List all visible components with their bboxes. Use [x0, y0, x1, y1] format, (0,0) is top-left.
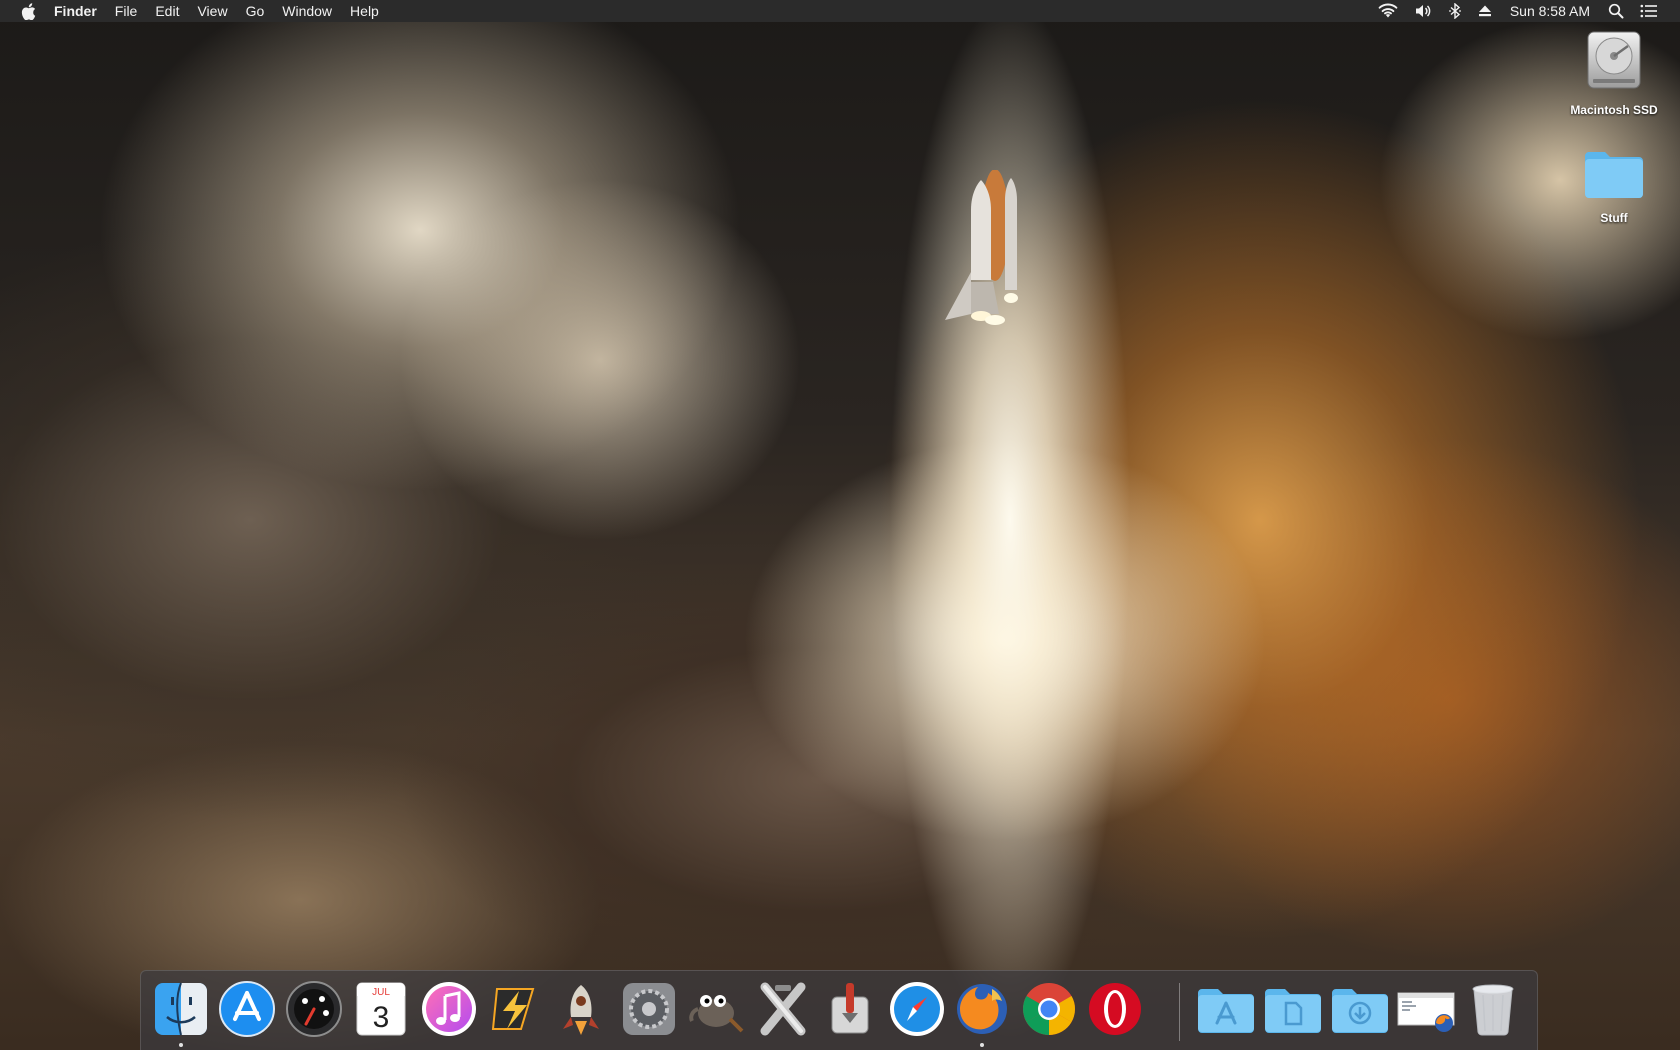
finder-icon	[155, 982, 207, 1036]
spotlight-icon[interactable]	[1600, 0, 1632, 22]
desktop-icon-label: Macintosh SSD	[1570, 103, 1658, 117]
calendar-day: 3	[373, 1001, 390, 1034]
dock-item-firefox[interactable]	[952, 979, 1012, 1047]
dock-item-app-store[interactable]	[217, 979, 277, 1039]
menu-bar: Finder File Edit View Go Window Help Sun…	[0, 0, 1680, 22]
dock-stack-documents[interactable]	[1263, 979, 1323, 1039]
gimp-icon	[689, 995, 744, 1033]
dock-item-chrome[interactable]	[1019, 979, 1079, 1039]
desktop-icon-label: Stuff	[1600, 211, 1628, 225]
safari-icon	[890, 982, 944, 1036]
transmission-icon	[831, 983, 869, 1034]
dock-item-transmission[interactable]	[820, 979, 880, 1039]
bluetooth-icon[interactable]	[1440, 0, 1470, 22]
firefox-icon	[957, 984, 1007, 1034]
menu-view[interactable]: View	[188, 0, 236, 22]
menu-app-finder[interactable]: Finder	[50, 0, 106, 22]
minimized-firefox-window-icon	[1397, 992, 1455, 1032]
calendar-month: JUL	[372, 987, 390, 998]
dock-minimized-window[interactable]	[1396, 979, 1456, 1039]
folder-icon	[1583, 148, 1645, 205]
dock-divider	[1179, 983, 1180, 1041]
dock: JUL 3	[140, 970, 1538, 1050]
menu-window[interactable]: Window	[273, 0, 341, 22]
downloads-folder-icon	[1332, 989, 1388, 1033]
trash-icon	[1472, 984, 1514, 1036]
wifi-icon[interactable]	[1370, 0, 1406, 22]
desktop-icon-stuff[interactable]: Stuff	[1559, 148, 1669, 225]
running-indicator	[179, 1043, 183, 1047]
menu-edit[interactable]: Edit	[146, 0, 188, 22]
dock-item-winamp[interactable]	[485, 979, 545, 1039]
x11-icon	[760, 982, 806, 1036]
itunes-icon	[422, 982, 476, 1036]
running-indicator	[980, 1043, 984, 1047]
rocket-app-icon	[563, 985, 599, 1035]
documents-folder-icon	[1265, 989, 1321, 1033]
dock-item-itunes[interactable]	[419, 979, 479, 1039]
dock-stack-applications[interactable]	[1196, 979, 1256, 1039]
volume-icon[interactable]	[1406, 0, 1440, 22]
desktop-icon-macintosh-ssd[interactable]: Macintosh SSD	[1559, 30, 1669, 117]
menu-help[interactable]: Help	[341, 0, 388, 22]
chrome-icon	[1023, 983, 1075, 1035]
dock-item-gimp[interactable]	[686, 979, 746, 1039]
menu-bar-clock[interactable]: Sun 8:58 AM	[1500, 0, 1600, 22]
dock-item-rocket-app[interactable]	[551, 979, 611, 1039]
calendar-icon: JUL 3	[356, 982, 406, 1036]
dock-item-system-preferences[interactable]	[619, 979, 679, 1039]
dock-item-x11[interactable]	[753, 979, 813, 1039]
opera-icon	[1089, 983, 1141, 1035]
desktop: Finder File Edit View Go Window Help Sun…	[0, 0, 1680, 1050]
dock-item-opera[interactable]	[1085, 979, 1145, 1039]
hard-drive-icon	[1585, 30, 1643, 97]
app-store-icon	[219, 981, 275, 1037]
dock-item-finder[interactable]	[151, 979, 211, 1047]
dock-item-safari[interactable]	[887, 979, 947, 1039]
system-preferences-icon	[623, 983, 675, 1035]
apple-menu-icon[interactable]	[20, 0, 36, 22]
dock-item-dashboard[interactable]	[284, 979, 344, 1039]
winamp-icon	[491, 988, 535, 1030]
notification-center-icon[interactable]	[1632, 0, 1666, 22]
applications-folder-icon	[1198, 989, 1254, 1033]
dashboard-icon	[286, 981, 342, 1037]
dock-stack-downloads[interactable]	[1330, 979, 1390, 1039]
space-shuttle-wallpaper	[935, 169, 1045, 335]
menu-go[interactable]: Go	[237, 0, 274, 22]
dock-item-trash[interactable]	[1463, 979, 1523, 1039]
eject-icon[interactable]	[1470, 0, 1500, 22]
menu-file[interactable]: File	[106, 0, 147, 22]
dock-item-calendar[interactable]: JUL 3	[351, 979, 411, 1039]
